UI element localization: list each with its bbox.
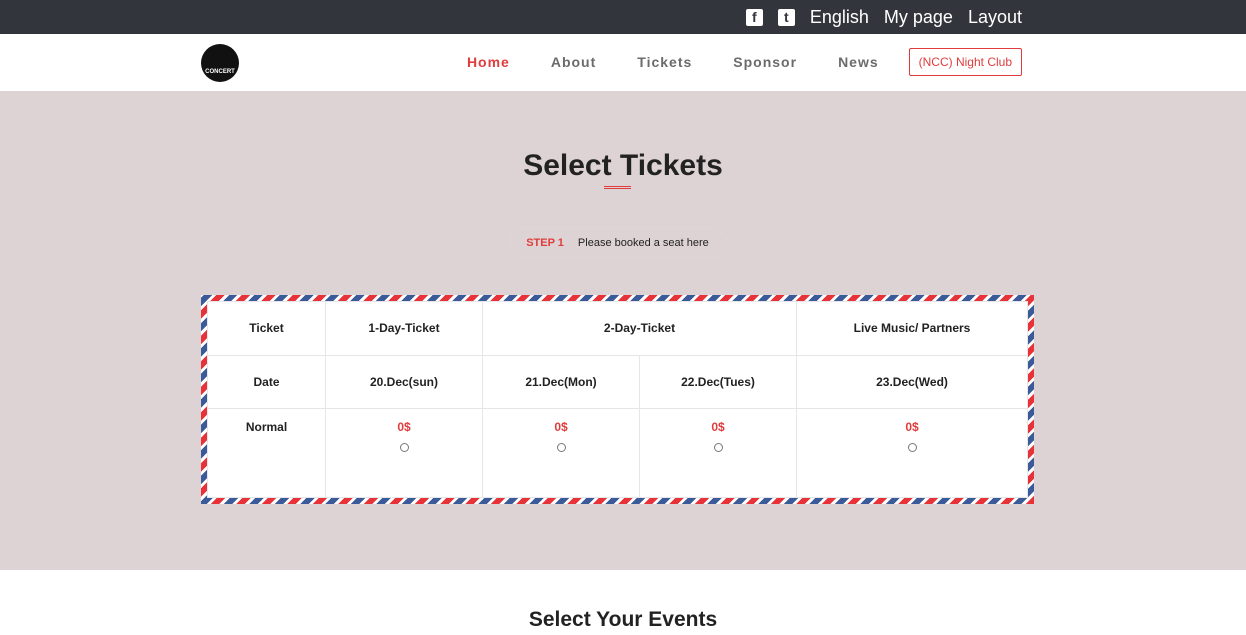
price: 0$ [711,420,725,435]
price-cell: 0$ [482,408,640,498]
nav-item-about[interactable]: About [551,54,596,70]
price-cell: 0$ [639,408,797,498]
price: 0$ [554,420,568,435]
date-cell: 20.Dec(sun) [325,354,483,410]
date-cell: 23.Dec(Wed) [796,354,1028,410]
price: 0$ [905,420,919,435]
logo-text: CONCERT [205,69,235,75]
step-indicator: STEP 1 Please booked a seat here [509,228,726,258]
price-cell: 0$ [325,408,483,498]
page-title: Select Tickets [523,149,723,182]
step-label: STEP 1 [526,237,564,249]
ticket-radio[interactable] [399,443,409,453]
ticket-table: Ticket 1-Day-Ticket 2-Day-Ticket Live Mu… [207,301,1028,498]
step-text: Please booked a seat here [577,237,709,249]
ticket-radio[interactable] [907,443,917,453]
table-row-date: Date 20.Dec(sun) 21.Dec(Mon) 22.Dec(Tues… [207,354,1028,410]
ticket-radio[interactable] [556,443,566,453]
table-row-ticket: Ticket 1-Day-Ticket 2-Day-Ticket Live Mu… [207,301,1028,356]
date-cell: 21.Dec(Mon) [482,354,640,410]
ticket-radio[interactable] [713,443,723,453]
ticket-type-2-day: 2-Day-Ticket [482,301,797,356]
top-bar-links: f t English My page Layout [745,0,1022,34]
price: 0$ [397,420,411,435]
twitter-icon[interactable]: t [777,8,795,26]
table-row-normal: Normal 0$ 0$ 0$ 0$ [207,408,1028,498]
my-page-link[interactable]: My page [884,7,953,28]
night-club-button[interactable]: (NCC) Night Club [908,48,1022,76]
row-label-ticket: Ticket [207,301,326,356]
main-navigation: CONCERT Home About Tickets Sponsor News … [0,34,1246,91]
row-label-normal: Normal [207,408,326,498]
site-logo[interactable]: CONCERT [201,44,239,82]
title-underline [604,186,631,189]
nav-item-sponsor[interactable]: Sponsor [733,54,797,70]
top-bar: f t English My page Layout [0,0,1246,34]
row-label-date: Date [207,354,326,410]
events-section: Select Your Events [0,570,1246,635]
ticket-section: Select Tickets STEP 1 Please booked a se… [0,91,1246,570]
layout-link[interactable]: Layout [968,7,1022,28]
ticket-type-1-day: 1-Day-Ticket [325,301,483,356]
facebook-icon[interactable]: f [745,8,763,26]
ticket-table-frame: Ticket 1-Day-Ticket 2-Day-Ticket Live Mu… [201,295,1034,504]
nav-links: Home About Tickets Sponsor News (NCC) Ni… [467,48,1022,76]
events-title: Select Your Events [528,608,718,631]
ticket-type-live-music: Live Music/ Partners [796,301,1028,356]
nav-item-tickets[interactable]: Tickets [637,54,692,70]
price-cell: 0$ [796,408,1028,498]
nav-item-home[interactable]: Home [467,54,510,70]
date-cell: 22.Dec(Tues) [639,354,797,410]
nav-item-news[interactable]: News [838,54,879,70]
language-link[interactable]: English [810,7,869,28]
